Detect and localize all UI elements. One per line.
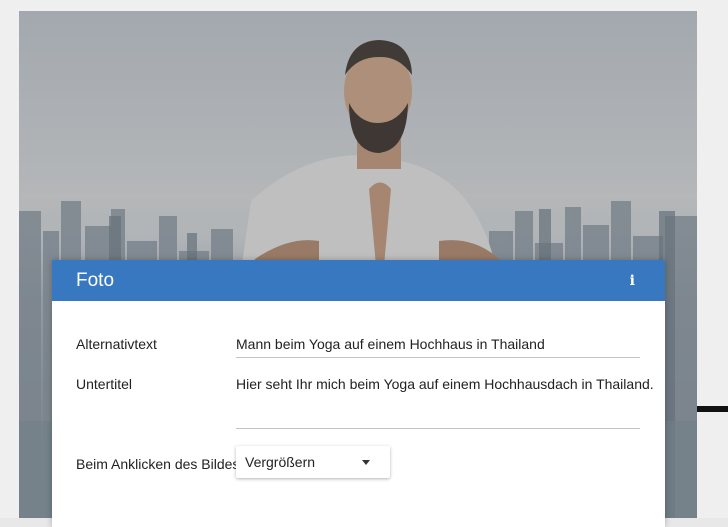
photo-dialog: Foto i Alternativtext Mann beim Yoga auf… <box>52 260 665 527</box>
dialog-title: Foto <box>76 269 115 291</box>
info-icon[interactable]: i <box>630 273 635 289</box>
caption-label: Untertitel <box>76 376 133 392</box>
chevron-down-icon <box>362 459 370 465</box>
background-edge <box>697 406 728 412</box>
onclick-label: Beim Anklicken des Bildes <box>76 456 240 472</box>
caption-textarea[interactable]: Hier seht Ihr mich beim Yoga auf einem H… <box>236 376 654 392</box>
onclick-select[interactable]: Vergrößern <box>236 446 390 478</box>
onclick-select-value: Vergrößern <box>245 454 316 470</box>
dialog-header: Foto i <box>52 260 665 301</box>
alt-text-input[interactable]: Mann beim Yoga auf einem Hochhaus in Tha… <box>236 336 545 352</box>
alt-text-underline <box>236 357 640 358</box>
alt-text-label: Alternativtext <box>76 336 157 352</box>
caption-underline <box>236 428 640 429</box>
